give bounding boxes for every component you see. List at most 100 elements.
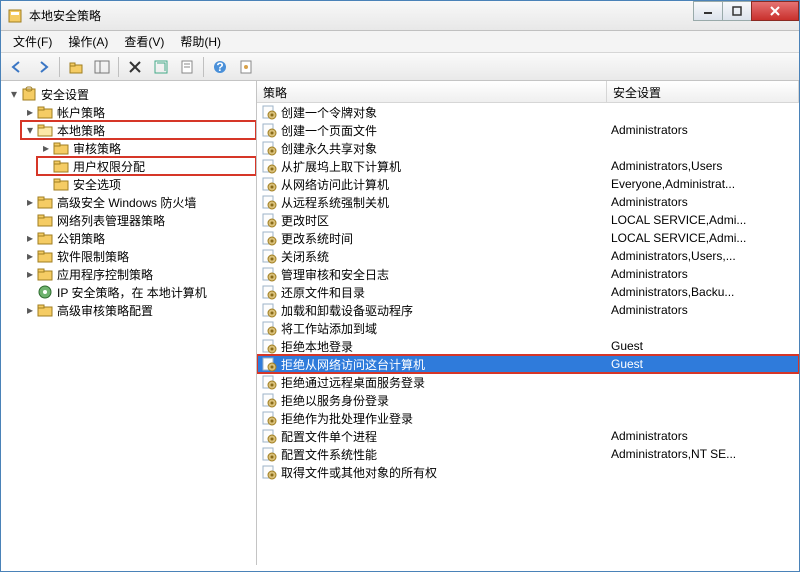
cell-setting: Administrators <box>611 303 799 317</box>
expand-icon[interactable]: ▸ <box>23 105 37 119</box>
list-row[interactable]: 更改系统时间LOCAL SERVICE,Admi... <box>257 229 799 247</box>
list-row[interactable]: 拒绝通过远程桌面服务登录 <box>257 373 799 391</box>
tree-node-advanced-audit[interactable]: ▸ 高级审核策略配置 <box>21 301 256 319</box>
tree-node-firewall[interactable]: ▸ 高级安全 Windows 防火墙 <box>21 193 256 211</box>
list-row[interactable]: 拒绝从网络访问这台计算机Guest <box>257 355 799 373</box>
policy-icon <box>261 338 277 354</box>
list-row[interactable]: 配置文件系统性能Administrators,NT SE... <box>257 445 799 463</box>
tree-node-ip-security[interactable]: ▸ IP 安全策略，在 本地计算机 <box>21 283 256 301</box>
list-row[interactable]: 将工作站添加到域 <box>257 319 799 337</box>
tree-node-network-list[interactable]: ▸ 网络列表管理器策略 <box>21 211 256 229</box>
list-row[interactable]: 拒绝作为批处理作业登录 <box>257 409 799 427</box>
menu-help[interactable]: 帮助(H) <box>172 31 229 52</box>
tree-node-public-key[interactable]: ▸ 公钥策略 <box>21 229 256 247</box>
policy-icon <box>261 266 277 282</box>
list-pane: 策略 安全设置 创建一个令牌对象创建一个页面文件Administrators创建… <box>257 81 799 565</box>
menu-view[interactable]: 查看(V) <box>116 31 172 52</box>
list-row[interactable]: 更改时区LOCAL SERVICE,Admi... <box>257 211 799 229</box>
folder-icon <box>37 212 53 228</box>
tree-node-label: 用户权限分配 <box>71 158 147 175</box>
cell-policy: 更改时区 <box>281 212 611 229</box>
collapse-icon[interactable]: ▾ <box>23 123 37 137</box>
list-row[interactable]: 从网络访问此计算机Everyone,Administrat... <box>257 175 799 193</box>
tree-node-security-options[interactable]: ▸ 安全选项 <box>37 175 256 193</box>
list-row[interactable]: 从扩展坞上取下计算机Administrators,Users <box>257 157 799 175</box>
list-row[interactable]: 关闭系统Administrators,Users,... <box>257 247 799 265</box>
list-row[interactable]: 创建一个页面文件Administrators <box>257 121 799 139</box>
cell-policy: 拒绝本地登录 <box>281 338 611 355</box>
column-header-setting[interactable]: 安全设置 <box>607 81 799 102</box>
policy-icon <box>261 212 277 228</box>
list-row[interactable]: 配置文件单个进程Administrators <box>257 427 799 445</box>
expand-icon[interactable]: ▸ <box>23 267 37 281</box>
list-row[interactable]: 加载和卸载设备驱动程序Administrators <box>257 301 799 319</box>
maximize-button[interactable] <box>722 1 752 21</box>
tree: ▾ 安全设置 ▸ 帐户策略 ▾ 本地策略 <box>1 85 256 319</box>
menu-file[interactable]: 文件(F) <box>5 31 60 52</box>
tree-node-local-policies[interactable]: ▾ 本地策略 <box>21 121 256 139</box>
tree-root[interactable]: ▾ 安全设置 <box>5 85 256 103</box>
list-row[interactable]: 管理审核和安全日志Administrators <box>257 265 799 283</box>
expand-icon[interactable]: ▸ <box>23 249 37 263</box>
back-icon[interactable] <box>5 55 29 79</box>
properties-icon[interactable] <box>234 55 258 79</box>
cell-setting: Administrators,Users,... <box>611 249 799 263</box>
forward-icon[interactable] <box>31 55 55 79</box>
cell-policy: 创建一个页面文件 <box>281 122 611 139</box>
tree-node-audit-policy[interactable]: ▸ 审核策略 <box>37 139 256 157</box>
tree-node-label: 高级审核策略配置 <box>55 302 155 319</box>
cell-setting: Guest <box>611 357 799 371</box>
tree-node-software-restriction[interactable]: ▸ 软件限制策略 <box>21 247 256 265</box>
cell-policy: 管理审核和安全日志 <box>281 266 611 283</box>
tree-node-account-policies[interactable]: ▸ 帐户策略 <box>21 103 256 121</box>
up-folder-icon[interactable] <box>64 55 88 79</box>
delete-icon[interactable] <box>123 55 147 79</box>
cell-setting: Administrators <box>611 195 799 209</box>
toolbar-separator <box>59 57 60 77</box>
window-controls <box>694 1 799 21</box>
folder-icon <box>53 158 69 174</box>
collapse-icon[interactable]: ▾ <box>7 87 21 101</box>
expand-icon[interactable]: ▸ <box>39 141 53 155</box>
cell-policy: 创建一个令牌对象 <box>281 104 611 121</box>
cell-policy: 更改系统时间 <box>281 230 611 247</box>
cell-policy: 配置文件单个进程 <box>281 428 611 445</box>
refresh-icon[interactable] <box>149 55 173 79</box>
policy-icon <box>261 284 277 300</box>
export-list-icon[interactable] <box>175 55 199 79</box>
titlebar: 本地安全策略 <box>1 1 799 31</box>
list-row[interactable]: 取得文件或其他对象的所有权 <box>257 463 799 481</box>
list-row[interactable]: 创建一个令牌对象 <box>257 103 799 121</box>
expand-icon[interactable]: ▸ <box>23 195 37 209</box>
list-row[interactable]: 创建永久共享对象 <box>257 139 799 157</box>
list-row[interactable]: 还原文件和目录Administrators,Backu... <box>257 283 799 301</box>
tree-node-user-rights-assignment[interactable]: ▸ 用户权限分配 <box>37 157 256 175</box>
app-icon <box>7 8 23 24</box>
policy-icon <box>261 374 277 390</box>
close-button[interactable] <box>751 1 799 21</box>
menu-action[interactable]: 操作(A) <box>60 31 116 52</box>
list-row[interactable]: 拒绝以服务身份登录 <box>257 391 799 409</box>
policy-icon <box>261 320 277 336</box>
cell-setting: Administrators <box>611 123 799 137</box>
policy-icon <box>261 248 277 264</box>
expand-icon[interactable]: ▸ <box>23 303 37 317</box>
policy-icon <box>261 428 277 444</box>
tree-node-label: 网络列表管理器策略 <box>55 212 167 229</box>
policy-icon <box>261 356 277 372</box>
cell-setting: Guest <box>611 339 799 353</box>
cell-policy: 拒绝以服务身份登录 <box>281 392 611 409</box>
list-row[interactable]: 从远程系统强制关机Administrators <box>257 193 799 211</box>
list-row[interactable]: 拒绝本地登录Guest <box>257 337 799 355</box>
folder-icon <box>53 140 69 156</box>
policy-icon <box>261 410 277 426</box>
show-hide-tree-icon[interactable] <box>90 55 114 79</box>
column-header-policy[interactable]: 策略 <box>257 81 607 102</box>
minimize-button[interactable] <box>693 1 723 21</box>
tree-node-app-control[interactable]: ▸ 应用程序控制策略 <box>21 265 256 283</box>
tree-pane[interactable]: ▾ 安全设置 ▸ 帐户策略 ▾ 本地策略 <box>1 81 257 565</box>
the-list[interactable]: 创建一个令牌对象创建一个页面文件Administrators创建永久共享对象从扩… <box>257 103 799 565</box>
help-icon[interactable]: ? <box>208 55 232 79</box>
menubar: 文件(F) 操作(A) 查看(V) 帮助(H) <box>1 31 799 53</box>
expand-icon[interactable]: ▸ <box>23 231 37 245</box>
